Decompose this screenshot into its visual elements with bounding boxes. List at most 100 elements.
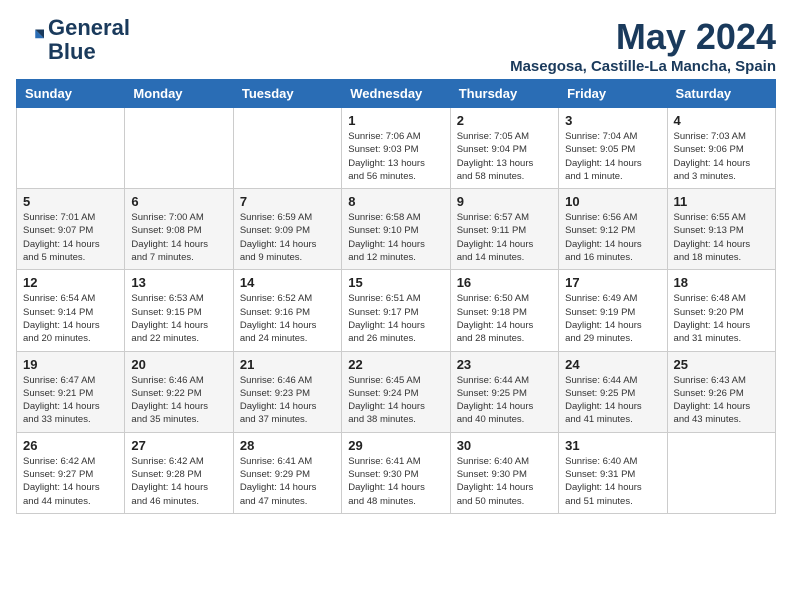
day-cell: 22 Sunrise: 6:45 AM Sunset: 9:24 PM Dayli…	[342, 351, 450, 432]
page-header: General Blue May 2024 Masegosa, Castille…	[16, 16, 776, 75]
col-header-wednesday: Wednesday	[342, 80, 450, 108]
day-info: Sunrise: 7:03 AM Sunset: 9:06 PM Dayligh…	[674, 130, 769, 183]
day-info: Sunrise: 6:45 AM Sunset: 9:24 PM Dayligh…	[348, 374, 443, 427]
day-number: 11	[674, 194, 769, 209]
day-number: 1	[348, 113, 443, 128]
day-info: Sunrise: 7:06 AM Sunset: 9:03 PM Dayligh…	[348, 130, 443, 183]
day-info: Sunrise: 6:57 AM Sunset: 9:11 PM Dayligh…	[457, 211, 552, 264]
day-info: Sunrise: 7:04 AM Sunset: 9:05 PM Dayligh…	[565, 130, 660, 183]
day-info: Sunrise: 6:53 AM Sunset: 9:15 PM Dayligh…	[131, 292, 226, 345]
day-info: Sunrise: 6:40 AM Sunset: 9:31 PM Dayligh…	[565, 455, 660, 508]
day-cell: 31 Sunrise: 6:40 AM Sunset: 9:31 PM Dayli…	[559, 432, 667, 513]
day-number: 27	[131, 438, 226, 453]
day-info: Sunrise: 6:41 AM Sunset: 9:30 PM Dayligh…	[348, 455, 443, 508]
day-cell: 16 Sunrise: 6:50 AM Sunset: 9:18 PM Dayli…	[450, 270, 558, 351]
day-cell	[233, 108, 341, 189]
day-number: 9	[457, 194, 552, 209]
day-number: 19	[23, 357, 118, 372]
day-cell: 9 Sunrise: 6:57 AM Sunset: 9:11 PM Daylig…	[450, 189, 558, 270]
day-info: Sunrise: 6:51 AM Sunset: 9:17 PM Dayligh…	[348, 292, 443, 345]
day-cell: 28Sunrise: 6:41 AM Sunset: 9:29 PM Dayli…	[233, 432, 341, 513]
day-number: 31	[565, 438, 660, 453]
week-row-2: 5 Sunrise: 7:01 AM Sunset: 9:07 PM Daylig…	[17, 189, 776, 270]
day-info: Sunrise: 6:44 AM Sunset: 9:25 PM Dayligh…	[457, 374, 552, 427]
day-cell: 10 Sunrise: 6:56 AM Sunset: 9:12 PM Dayli…	[559, 189, 667, 270]
day-cell: 25 Sunrise: 6:43 AM Sunset: 9:26 PM Dayli…	[667, 351, 775, 432]
day-info: Sunrise: 6:58 AM Sunset: 9:10 PM Dayligh…	[348, 211, 443, 264]
day-cell: 26Sunrise: 6:42 AM Sunset: 9:27 PM Dayli…	[17, 432, 125, 513]
day-cell: 2 Sunrise: 7:05 AM Sunset: 9:04 PM Daylig…	[450, 108, 558, 189]
day-info: Sunrise: 6:42 AM Sunset: 9:28 PM Dayligh…	[131, 455, 226, 508]
col-header-tuesday: Tuesday	[233, 80, 341, 108]
week-row-5: 26Sunrise: 6:42 AM Sunset: 9:27 PM Dayli…	[17, 432, 776, 513]
day-info: Sunrise: 6:46 AM Sunset: 9:22 PM Dayligh…	[131, 374, 226, 427]
day-number: 13	[131, 275, 226, 290]
day-number: 20	[131, 357, 226, 372]
day-number: 29	[348, 438, 443, 453]
week-row-4: 19 Sunrise: 6:47 AM Sunset: 9:21 PM Dayli…	[17, 351, 776, 432]
day-info: Sunrise: 6:54 AM Sunset: 9:14 PM Dayligh…	[23, 292, 118, 345]
day-info: Sunrise: 6:47 AM Sunset: 9:21 PM Dayligh…	[23, 374, 118, 427]
day-number: 28	[240, 438, 335, 453]
day-info: Sunrise: 6:40 AM Sunset: 9:30 PM Dayligh…	[457, 455, 552, 508]
day-number: 8	[348, 194, 443, 209]
day-cell	[17, 108, 125, 189]
day-number: 12	[23, 275, 118, 290]
day-cell: 30 Sunrise: 6:40 AM Sunset: 9:30 PM Dayli…	[450, 432, 558, 513]
day-cell	[125, 108, 233, 189]
day-number: 16	[457, 275, 552, 290]
day-number: 21	[240, 357, 335, 372]
day-number: 17	[565, 275, 660, 290]
day-cell: 3 Sunrise: 7:04 AM Sunset: 9:05 PM Daylig…	[559, 108, 667, 189]
week-row-3: 12 Sunrise: 6:54 AM Sunset: 9:14 PM Dayli…	[17, 270, 776, 351]
day-info: Sunrise: 6:55 AM Sunset: 9:13 PM Dayligh…	[674, 211, 769, 264]
day-cell: 21 Sunrise: 6:46 AM Sunset: 9:23 PM Dayli…	[233, 351, 341, 432]
day-number: 3	[565, 113, 660, 128]
col-header-friday: Friday	[559, 80, 667, 108]
day-info: Sunrise: 6:49 AM Sunset: 9:19 PM Dayligh…	[565, 292, 660, 345]
day-number: 18	[674, 275, 769, 290]
day-number: 7	[240, 194, 335, 209]
day-info: Sunrise: 6:46 AM Sunset: 9:23 PM Dayligh…	[240, 374, 335, 427]
calendar-header-row: SundayMondayTuesdayWednesdayThursdayFrid…	[17, 80, 776, 108]
day-number: 25	[674, 357, 769, 372]
day-info: Sunrise: 6:50 AM Sunset: 9:18 PM Dayligh…	[457, 292, 552, 345]
col-header-saturday: Saturday	[667, 80, 775, 108]
day-cell: 5 Sunrise: 7:01 AM Sunset: 9:07 PM Daylig…	[17, 189, 125, 270]
day-number: 10	[565, 194, 660, 209]
day-number: 22	[348, 357, 443, 372]
title-block: May 2024 Masegosa, Castille-La Mancha, S…	[510, 16, 776, 75]
day-number: 2	[457, 113, 552, 128]
day-number: 15	[348, 275, 443, 290]
day-info: Sunrise: 7:00 AM Sunset: 9:08 PM Dayligh…	[131, 211, 226, 264]
calendar-table: SundayMondayTuesdayWednesdayThursdayFrid…	[16, 79, 776, 514]
day-cell: 29 Sunrise: 6:41 AM Sunset: 9:30 PM Dayli…	[342, 432, 450, 513]
day-cell: 27 Sunrise: 6:42 AM Sunset: 9:28 PM Dayli…	[125, 432, 233, 513]
day-cell: 7 Sunrise: 6:59 AM Sunset: 9:09 PM Daylig…	[233, 189, 341, 270]
day-info: Sunrise: 6:59 AM Sunset: 9:09 PM Dayligh…	[240, 211, 335, 264]
day-cell: 8 Sunrise: 6:58 AM Sunset: 9:10 PM Daylig…	[342, 189, 450, 270]
month-title: May 2024	[510, 16, 776, 58]
col-header-sunday: Sunday	[17, 80, 125, 108]
day-info: Sunrise: 7:01 AM Sunset: 9:07 PM Dayligh…	[23, 211, 118, 264]
day-cell: 1 Sunrise: 7:06 AM Sunset: 9:03 PM Daylig…	[342, 108, 450, 189]
logo: General Blue	[16, 16, 130, 64]
day-cell: 24Sunrise: 6:44 AM Sunset: 9:25 PM Dayli…	[559, 351, 667, 432]
day-number: 5	[23, 194, 118, 209]
day-number: 26	[23, 438, 118, 453]
day-cell: 23 Sunrise: 6:44 AM Sunset: 9:25 PM Dayli…	[450, 351, 558, 432]
day-cell: 19 Sunrise: 6:47 AM Sunset: 9:21 PM Dayli…	[17, 351, 125, 432]
day-info: Sunrise: 6:43 AM Sunset: 9:26 PM Dayligh…	[674, 374, 769, 427]
location-title: Masegosa, Castille-La Mancha, Spain	[510, 58, 776, 75]
col-header-monday: Monday	[125, 80, 233, 108]
day-info: Sunrise: 7:05 AM Sunset: 9:04 PM Dayligh…	[457, 130, 552, 183]
day-number: 30	[457, 438, 552, 453]
day-cell: 13 Sunrise: 6:53 AM Sunset: 9:15 PM Dayli…	[125, 270, 233, 351]
day-cell: 20 Sunrise: 6:46 AM Sunset: 9:22 PM Dayli…	[125, 351, 233, 432]
day-cell: 11 Sunrise: 6:55 AM Sunset: 9:13 PM Dayli…	[667, 189, 775, 270]
day-number: 4	[674, 113, 769, 128]
day-number: 23	[457, 357, 552, 372]
week-row-1: 1 Sunrise: 7:06 AM Sunset: 9:03 PM Daylig…	[17, 108, 776, 189]
day-info: Sunrise: 6:56 AM Sunset: 9:12 PM Dayligh…	[565, 211, 660, 264]
day-cell: 15 Sunrise: 6:51 AM Sunset: 9:17 PM Dayli…	[342, 270, 450, 351]
